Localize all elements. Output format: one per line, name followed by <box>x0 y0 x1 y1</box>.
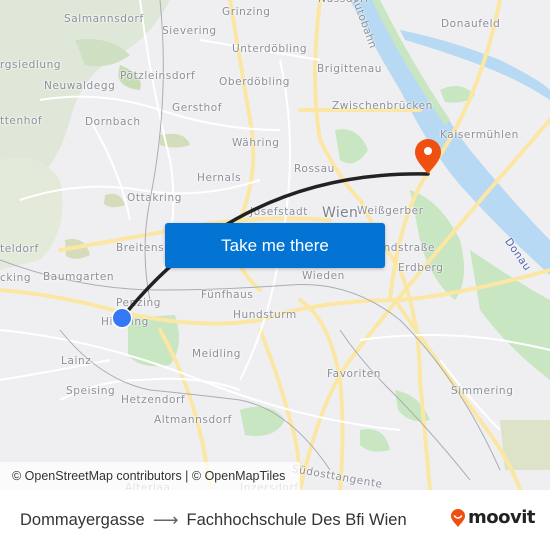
origin-marker[interactable] <box>111 307 133 329</box>
map-attribution[interactable]: © OpenStreetMap contributors | © OpenMap… <box>0 462 300 490</box>
route-summary: Dommayergasse ⟶ Fachhochschule Des Bfi W… <box>20 510 407 531</box>
destination-pin-icon[interactable] <box>414 138 442 174</box>
map-view[interactable]: Nussdorf Salmannsdorf Grinzing Sievering… <box>0 0 550 490</box>
moovit-wordmark: moovit <box>468 507 536 528</box>
arrow-right-icon: ⟶ <box>152 510 179 530</box>
take-me-there-button[interactable]: Take me there <box>165 223 385 268</box>
moovit-pin-icon <box>451 508 465 527</box>
destination-name: Fachhochschule Des Bfi Wien <box>186 511 407 529</box>
origin-name: Dommayergasse <box>20 511 145 529</box>
footer-bar: Dommayergasse ⟶ Fachhochschule Des Bfi W… <box>0 490 550 550</box>
moovit-logo[interactable]: moovit <box>450 507 536 528</box>
